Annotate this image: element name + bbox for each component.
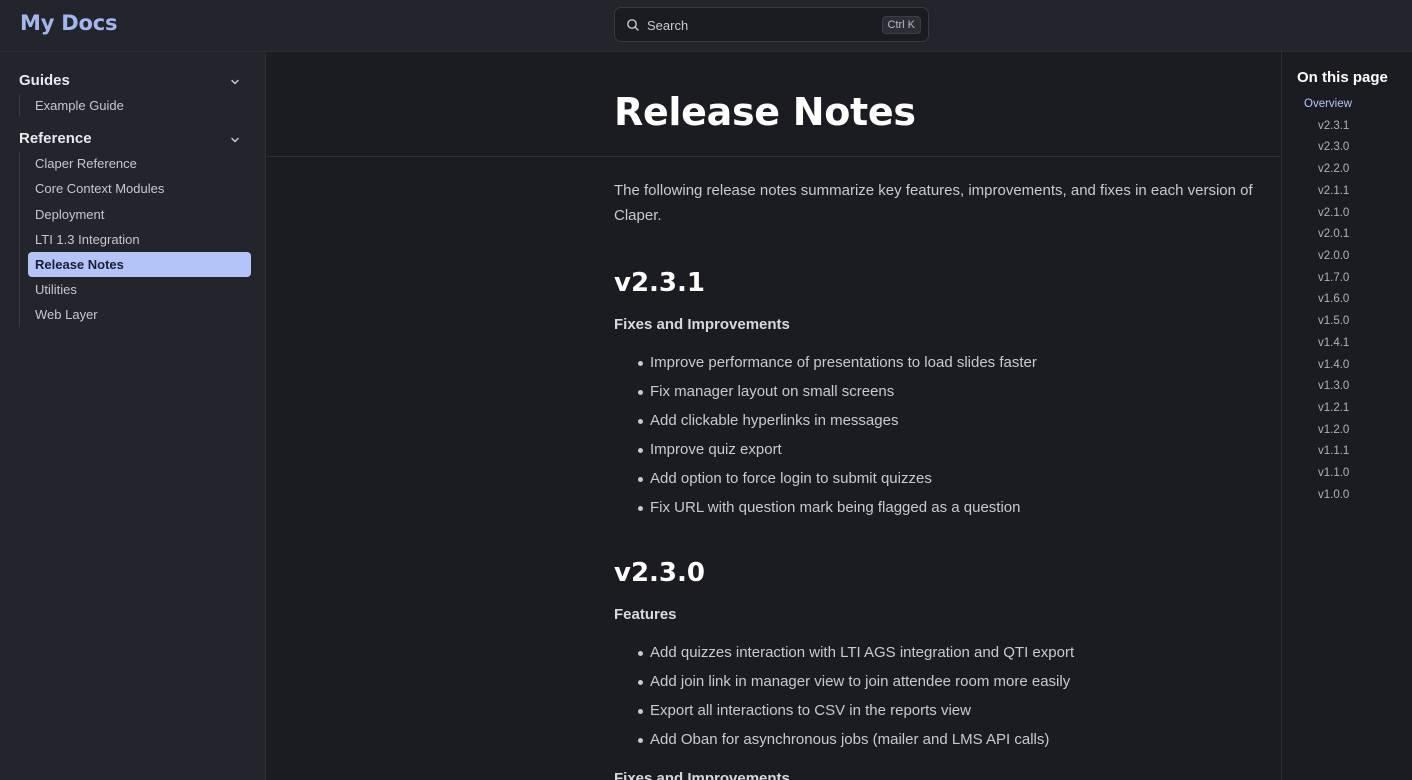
list-item: Improve performance of presentations to … bbox=[614, 348, 1254, 377]
change-list: Improve performance of presentations to … bbox=[614, 348, 1254, 522]
sidebar-group-title: Guides bbox=[19, 72, 70, 89]
list-item: Improve quiz export bbox=[614, 435, 1254, 464]
search-icon bbox=[627, 19, 639, 31]
toc-link[interactable]: v1.1.0 bbox=[1318, 467, 1349, 479]
top-header: My Docs Search Ctrl K bbox=[0, 0, 1412, 52]
chevron-down-icon bbox=[231, 79, 239, 85]
list-item: Add quizzes interaction with LTI AGS int… bbox=[614, 638, 1254, 667]
list-item: Add option to force login to submit quiz… bbox=[614, 464, 1254, 493]
toc-link[interactable]: v1.2.0 bbox=[1318, 424, 1349, 436]
sidebar-group-line bbox=[19, 152, 20, 327]
toc-link[interactable]: v1.6.0 bbox=[1318, 293, 1349, 305]
section-heading: v2.3.0 bbox=[614, 558, 705, 588]
sidebar-group-line bbox=[19, 94, 20, 116]
list-item: Export all interactions to CSV in the re… bbox=[614, 696, 1254, 725]
list-item: Fix URL with question mark being flagged… bbox=[614, 493, 1254, 522]
sidebar-item-utilities[interactable]: Utilities bbox=[28, 277, 251, 302]
search-button[interactable]: Search Ctrl K bbox=[614, 7, 929, 42]
sidebar-item-release-notes[interactable]: Release Notes bbox=[28, 252, 251, 277]
toc-link[interactable]: v1.2.1 bbox=[1318, 402, 1349, 414]
sidebar-item-core-context-modules[interactable]: Core Context Modules bbox=[28, 176, 251, 201]
list-item: Fix manager layout on small screens bbox=[614, 377, 1254, 406]
toc-link[interactable]: v2.3.1 bbox=[1318, 120, 1349, 132]
sidebar: Guides Example Guide Reference Claper Re… bbox=[0, 52, 266, 780]
search-shortcut: Ctrl K bbox=[881, 16, 921, 34]
sidebar-item-lti-integration[interactable]: LTI 1.3 Integration bbox=[28, 227, 251, 252]
table-of-contents: On this page Overview v2.3.1 v2.3.0 v2.2… bbox=[1281, 52, 1412, 780]
toc-link-overview[interactable]: Overview bbox=[1304, 98, 1352, 110]
subsection-heading: Fixes and Improvements bbox=[614, 316, 790, 333]
toc-link[interactable]: v2.3.0 bbox=[1318, 141, 1349, 153]
sidebar-item-web-layer[interactable]: Web Layer bbox=[28, 302, 251, 327]
list-item: Add clickable hyperlinks in messages bbox=[614, 406, 1254, 435]
section-heading: v2.3.1 bbox=[614, 268, 705, 298]
toc-link[interactable]: v2.0.0 bbox=[1318, 250, 1349, 262]
list-item: Add Oban for asynchronous jobs (mailer a… bbox=[614, 725, 1254, 754]
search-label: Search bbox=[647, 18, 689, 33]
sidebar-item-claper-reference[interactable]: Claper Reference bbox=[28, 151, 251, 176]
toc-link[interactable]: v1.5.0 bbox=[1318, 315, 1349, 327]
intro-paragraph: The following release notes summarize ke… bbox=[614, 182, 1253, 224]
list-item: Add join link in manager view to join at… bbox=[614, 667, 1254, 696]
main-content: The following release notes summarize ke… bbox=[614, 178, 1254, 780]
toc-link[interactable]: v1.3.0 bbox=[1318, 380, 1349, 392]
sidebar-group-title: Reference bbox=[19, 130, 92, 147]
sidebar-item-example-guide[interactable]: Example Guide bbox=[28, 93, 251, 118]
toc-title: On this page bbox=[1297, 69, 1388, 86]
sidebar-item-deployment[interactable]: Deployment bbox=[28, 202, 251, 227]
subsection-heading: Features bbox=[614, 606, 677, 623]
change-list: Add quizzes interaction with LTI AGS int… bbox=[614, 638, 1254, 754]
subsection-heading: Fixes and Improvements bbox=[614, 770, 790, 780]
toc-link[interactable]: v1.4.0 bbox=[1318, 359, 1349, 371]
page-title-bar: Release Notes bbox=[267, 52, 1280, 157]
toc-link[interactable]: v2.1.1 bbox=[1318, 185, 1349, 197]
toc-link[interactable]: v1.1.1 bbox=[1318, 445, 1349, 457]
toc-link[interactable]: v2.0.1 bbox=[1318, 228, 1349, 240]
toc-link[interactable]: v2.1.0 bbox=[1318, 207, 1349, 219]
toc-link[interactable]: v1.0.0 bbox=[1318, 489, 1349, 501]
site-brand[interactable]: My Docs bbox=[20, 11, 118, 35]
sidebar-group-reference[interactable]: Reference bbox=[19, 130, 247, 152]
chevron-down-icon bbox=[231, 137, 239, 143]
page-title: Release Notes bbox=[614, 90, 916, 134]
sidebar-group-guides[interactable]: Guides bbox=[19, 72, 247, 94]
toc-link[interactable]: v1.4.1 bbox=[1318, 337, 1349, 349]
toc-link[interactable]: v2.2.0 bbox=[1318, 163, 1349, 175]
toc-link[interactable]: v1.7.0 bbox=[1318, 272, 1349, 284]
